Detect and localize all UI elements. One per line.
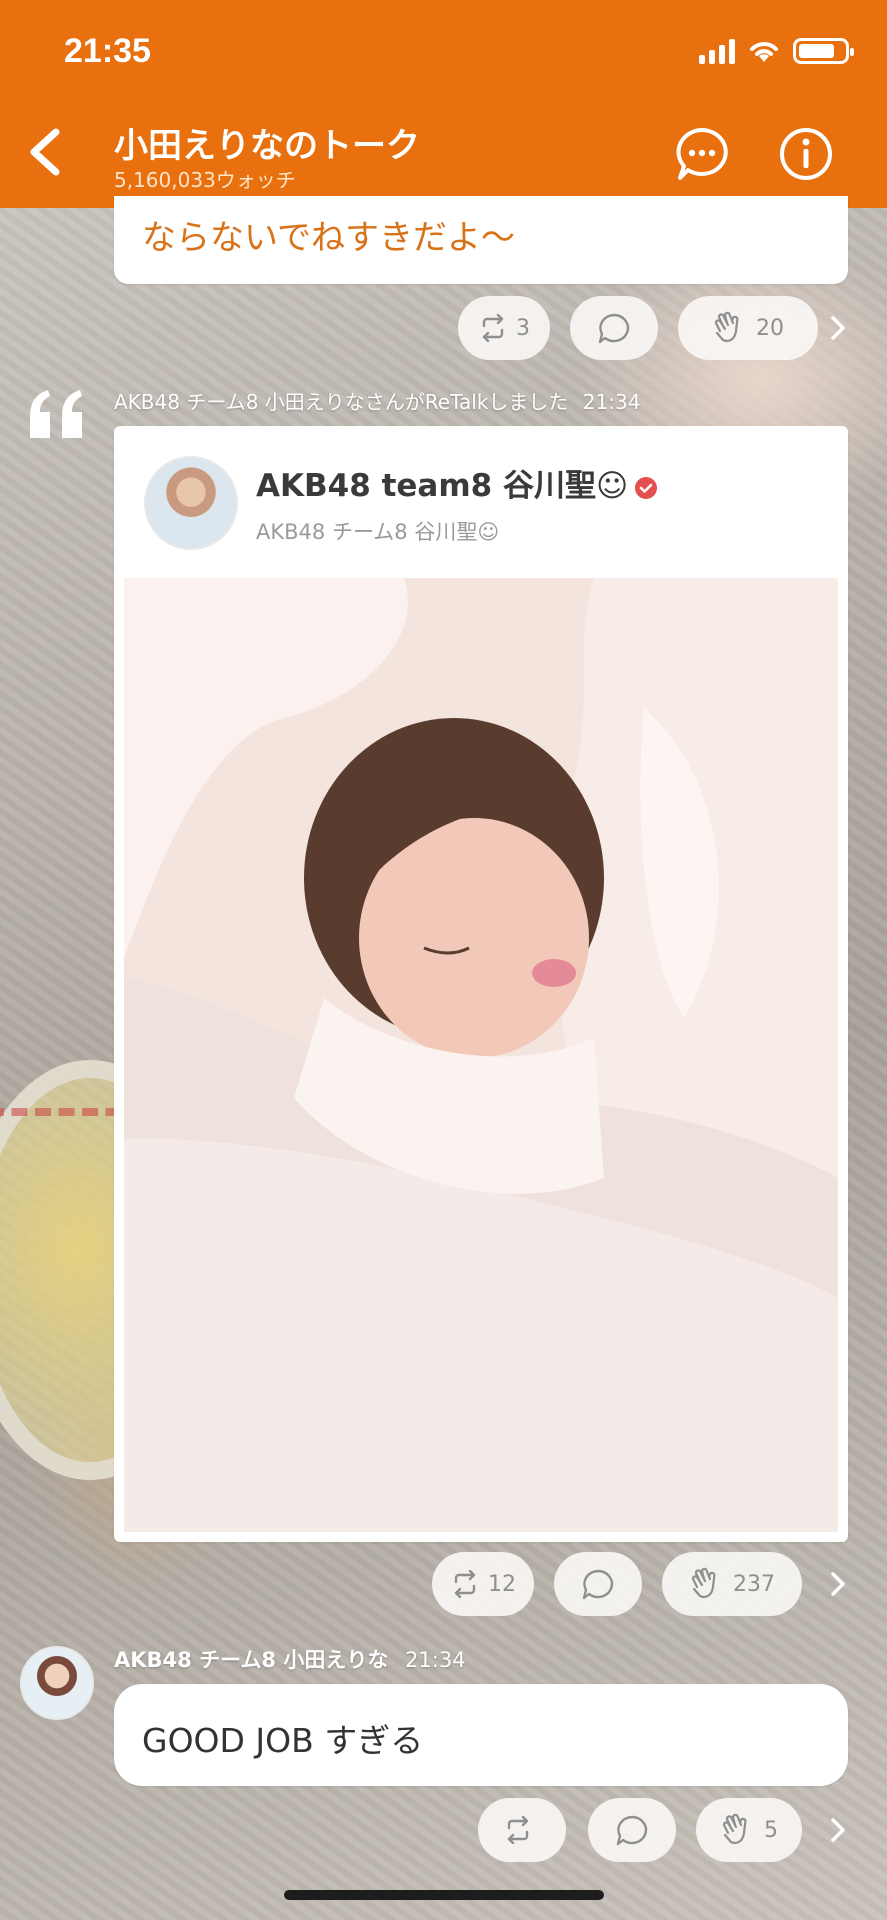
retalk-button[interactable]: 12 [432,1552,534,1616]
status-icons [699,38,854,64]
chevron-right-icon[interactable] [826,1566,850,1602]
applause-count: 237 [733,1571,775,1597]
author-name-row: AKB48 team8 谷川聖☺ [256,460,658,505]
signal-icon [699,38,735,64]
message-card: ならないでねすきだよ〜 [114,196,848,284]
status-time: 21:35 [64,32,151,70]
sender-row: AKB48 チーム8 小田えりな 21:34 [114,1644,466,1674]
info-icon[interactable] [778,126,834,182]
home-indicator[interactable] [284,1890,604,1900]
quote-icon [30,390,82,438]
retalk-icon [454,1570,476,1598]
message-text: ならないでねすきだよ〜 [142,218,515,258]
chevron-right-icon[interactable] [826,310,850,346]
retalk-icon [482,314,504,342]
sender-time: 21:34 [405,1648,466,1672]
photo-illustration [124,578,838,1532]
wifi-icon [750,42,778,62]
applause-button[interactable]: 20 [678,296,818,360]
applause-icon [691,1567,716,1599]
retalk-button[interactable] [478,1798,566,1862]
retalk-time: 21:34 [582,390,641,414]
comment-icon [616,1815,648,1846]
applause-count: 20 [756,315,784,341]
applause-icon [722,1813,747,1845]
retalk-meta: AKB48 チーム8 小田えりなさんがReTalkしました 21:34 [114,386,640,415]
sender-avatar[interactable] [20,1646,94,1720]
comment-icon [598,313,630,344]
watch-count: 5,160,033ウォッチ [114,168,296,192]
back-chevron-icon[interactable] [22,124,72,180]
top-bar: 21:35 小田えりなのトーク 5,160,033ウォッチ [0,0,887,208]
applause-icon [714,311,739,343]
author-avatar[interactable] [144,456,238,550]
comment-icon [582,1569,614,1600]
retalk-button[interactable]: 3 [458,296,550,360]
author-subname: AKB48 チーム8 谷川聖☺ [256,520,500,544]
retalk-meta-text: AKB48 チーム8 小田えりなさんがReTalkしました [114,390,569,414]
comment-button[interactable] [588,1798,676,1862]
retalk-icon [507,1816,529,1844]
chevron-right-icon[interactable] [826,1812,850,1848]
message-card: GOOD JOB すぎる [114,1684,848,1786]
retalk-count: 12 [488,1571,516,1597]
comment-button[interactable] [570,296,658,360]
applause-count: 5 [764,1817,778,1843]
sleeping-girl-photo[interactable] [124,578,838,1532]
sender-name: AKB48 チーム8 小田えりな [114,1648,389,1672]
retalk-count: 3 [516,315,530,341]
verified-icon [635,476,658,499]
applause-button[interactable]: 5 [696,1798,802,1862]
page-title: 小田えりなのトーク [114,126,420,166]
comment-button[interactable] [554,1552,642,1616]
chat-bubble-icon[interactable] [674,126,730,182]
author-name: AKB48 team8 谷川聖☺ [256,468,629,504]
battery-icon [793,38,854,64]
applause-button[interactable]: 237 [662,1552,802,1616]
message-text: GOOD JOB すぎる [142,1721,424,1760]
